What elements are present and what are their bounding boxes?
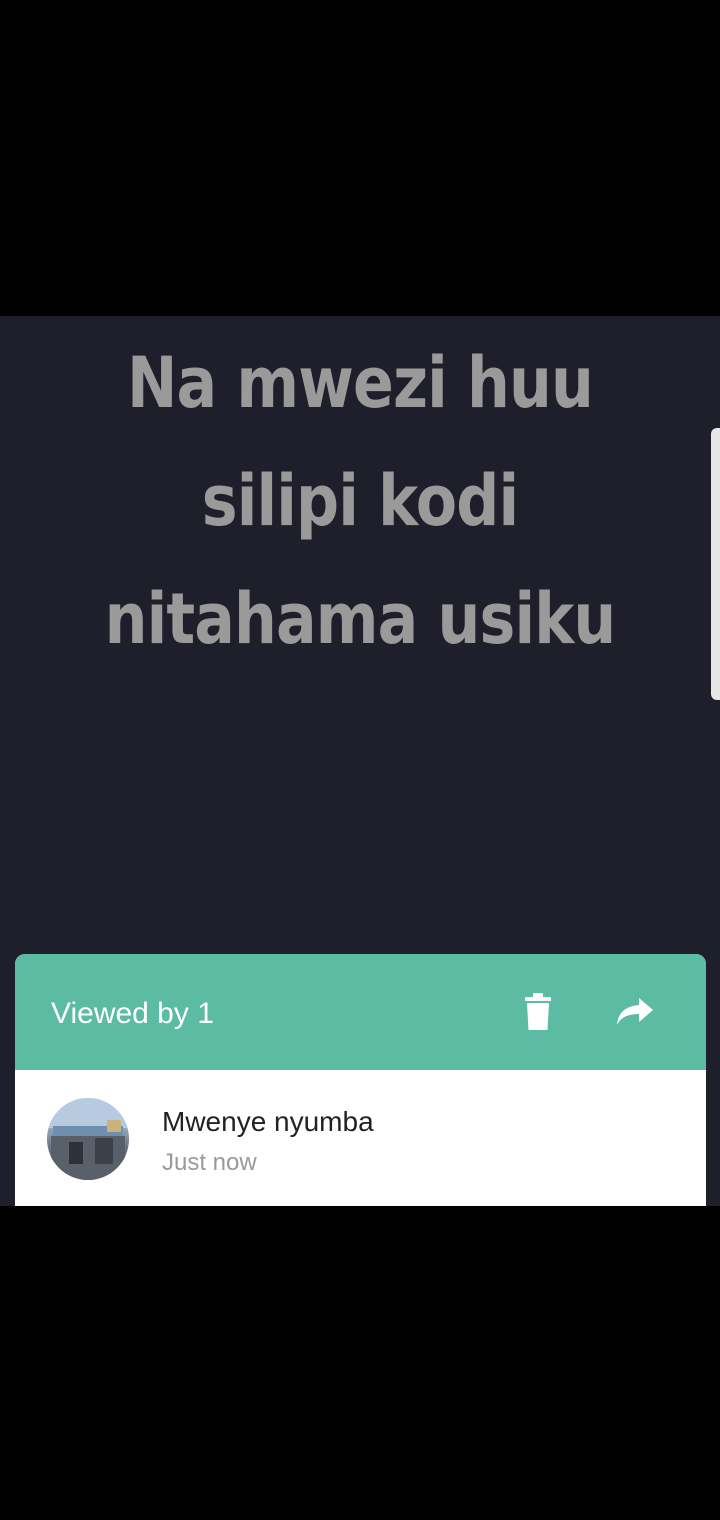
viewer-name: Mwenye nyumba [162,1106,374,1137]
delete-icon [525,993,551,1030]
delete-button[interactable] [516,990,560,1034]
viewers-header: Viewed by 1 [15,954,706,1070]
status-text: Na mwezi huu silipi kodi nitahama usiku [0,316,720,678]
status-text-line-2: silipi kodi [201,460,519,542]
viewers-panel: Viewed by 1 Mwenye nyumba Just now [15,954,706,1206]
forward-button[interactable] [613,990,657,1034]
avatar[interactable] [47,1098,129,1180]
screen: Na mwezi huu silipi kodi nitahama usiku … [0,0,720,1520]
status-text-line-1: Na mwezi huu [126,342,594,424]
viewer-time: Just now [162,1149,257,1176]
avatar-photo [47,1098,129,1180]
viewer-row[interactable]: Mwenye nyumba Just now [15,1070,706,1206]
scroll-handle[interactable] [711,428,720,700]
viewed-by-label: Viewed by 1 [51,997,214,1030]
forward-icon [617,998,653,1025]
status-text-line-3: nitahama usiku [104,578,617,660]
